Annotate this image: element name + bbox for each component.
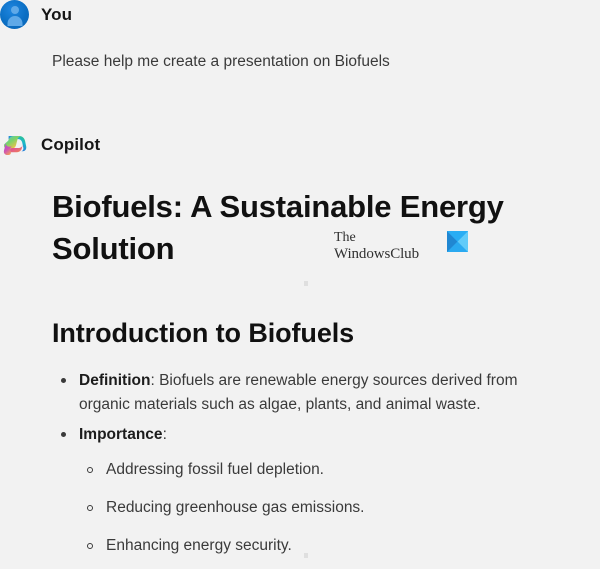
section-heading: Introduction to Biofuels — [52, 318, 355, 348]
assistant-message-header: Copilot — [0, 131, 600, 160]
sub-bullet-list: Addressing fossil fuel depletion. Reduci… — [79, 458, 566, 558]
chat-transcript: You Please help me create a presentation… — [0, 0, 600, 569]
bullet-label: Importance — [79, 426, 163, 444]
sub-bullet-text: Enhancing energy security. — [106, 537, 292, 555]
user-sender-name: You — [41, 4, 73, 24]
assistant-answer-content: Biofuels: A Sustainable Energy Solution … — [52, 186, 566, 559]
bullet-list: Definition: Biofuels are renewable energ… — [52, 369, 566, 558]
sub-bullet-text: Addressing fossil fuel depletion. — [106, 461, 324, 479]
user-message-text: Please help me create a presentation on … — [52, 53, 390, 70]
user-message-header: You — [0, 0, 600, 29]
list-item: Reducing greenhouse gas emissions. — [79, 496, 566, 520]
bullet-label: Definition — [79, 372, 151, 390]
user-message-turn: You Please help me create a presentation… — [0, 0, 600, 73]
sub-bullet-text: Reducing greenhouse gas emissions. — [106, 499, 365, 517]
artifact-speck — [304, 553, 308, 558]
list-item: Importance: Addressing fossil fuel deple… — [52, 423, 566, 558]
bullet-dot-icon — [61, 432, 66, 438]
list-item: Enhancing energy security. — [79, 534, 566, 558]
list-item: Addressing fossil fuel depletion. — [79, 458, 566, 482]
assistant-sender-name: Copilot — [41, 135, 101, 155]
user-avatar-icon — [0, 0, 29, 29]
bullet-ring-icon — [87, 467, 93, 474]
bullet-separator: : — [162, 426, 167, 444]
assistant-message-turn: Copilot Biofuels: A Sustainable Energy S… — [0, 131, 600, 559]
deck-title: Biofuels: A Sustainable Energy Solution — [52, 188, 504, 266]
bullet-ring-icon — [87, 505, 93, 512]
copilot-logo-icon — [0, 131, 29, 160]
list-item: Definition: Biofuels are renewable energ… — [52, 369, 566, 417]
bullet-ring-icon — [87, 543, 93, 550]
artifact-speck — [304, 281, 308, 286]
bullet-dot-icon — [61, 378, 66, 384]
